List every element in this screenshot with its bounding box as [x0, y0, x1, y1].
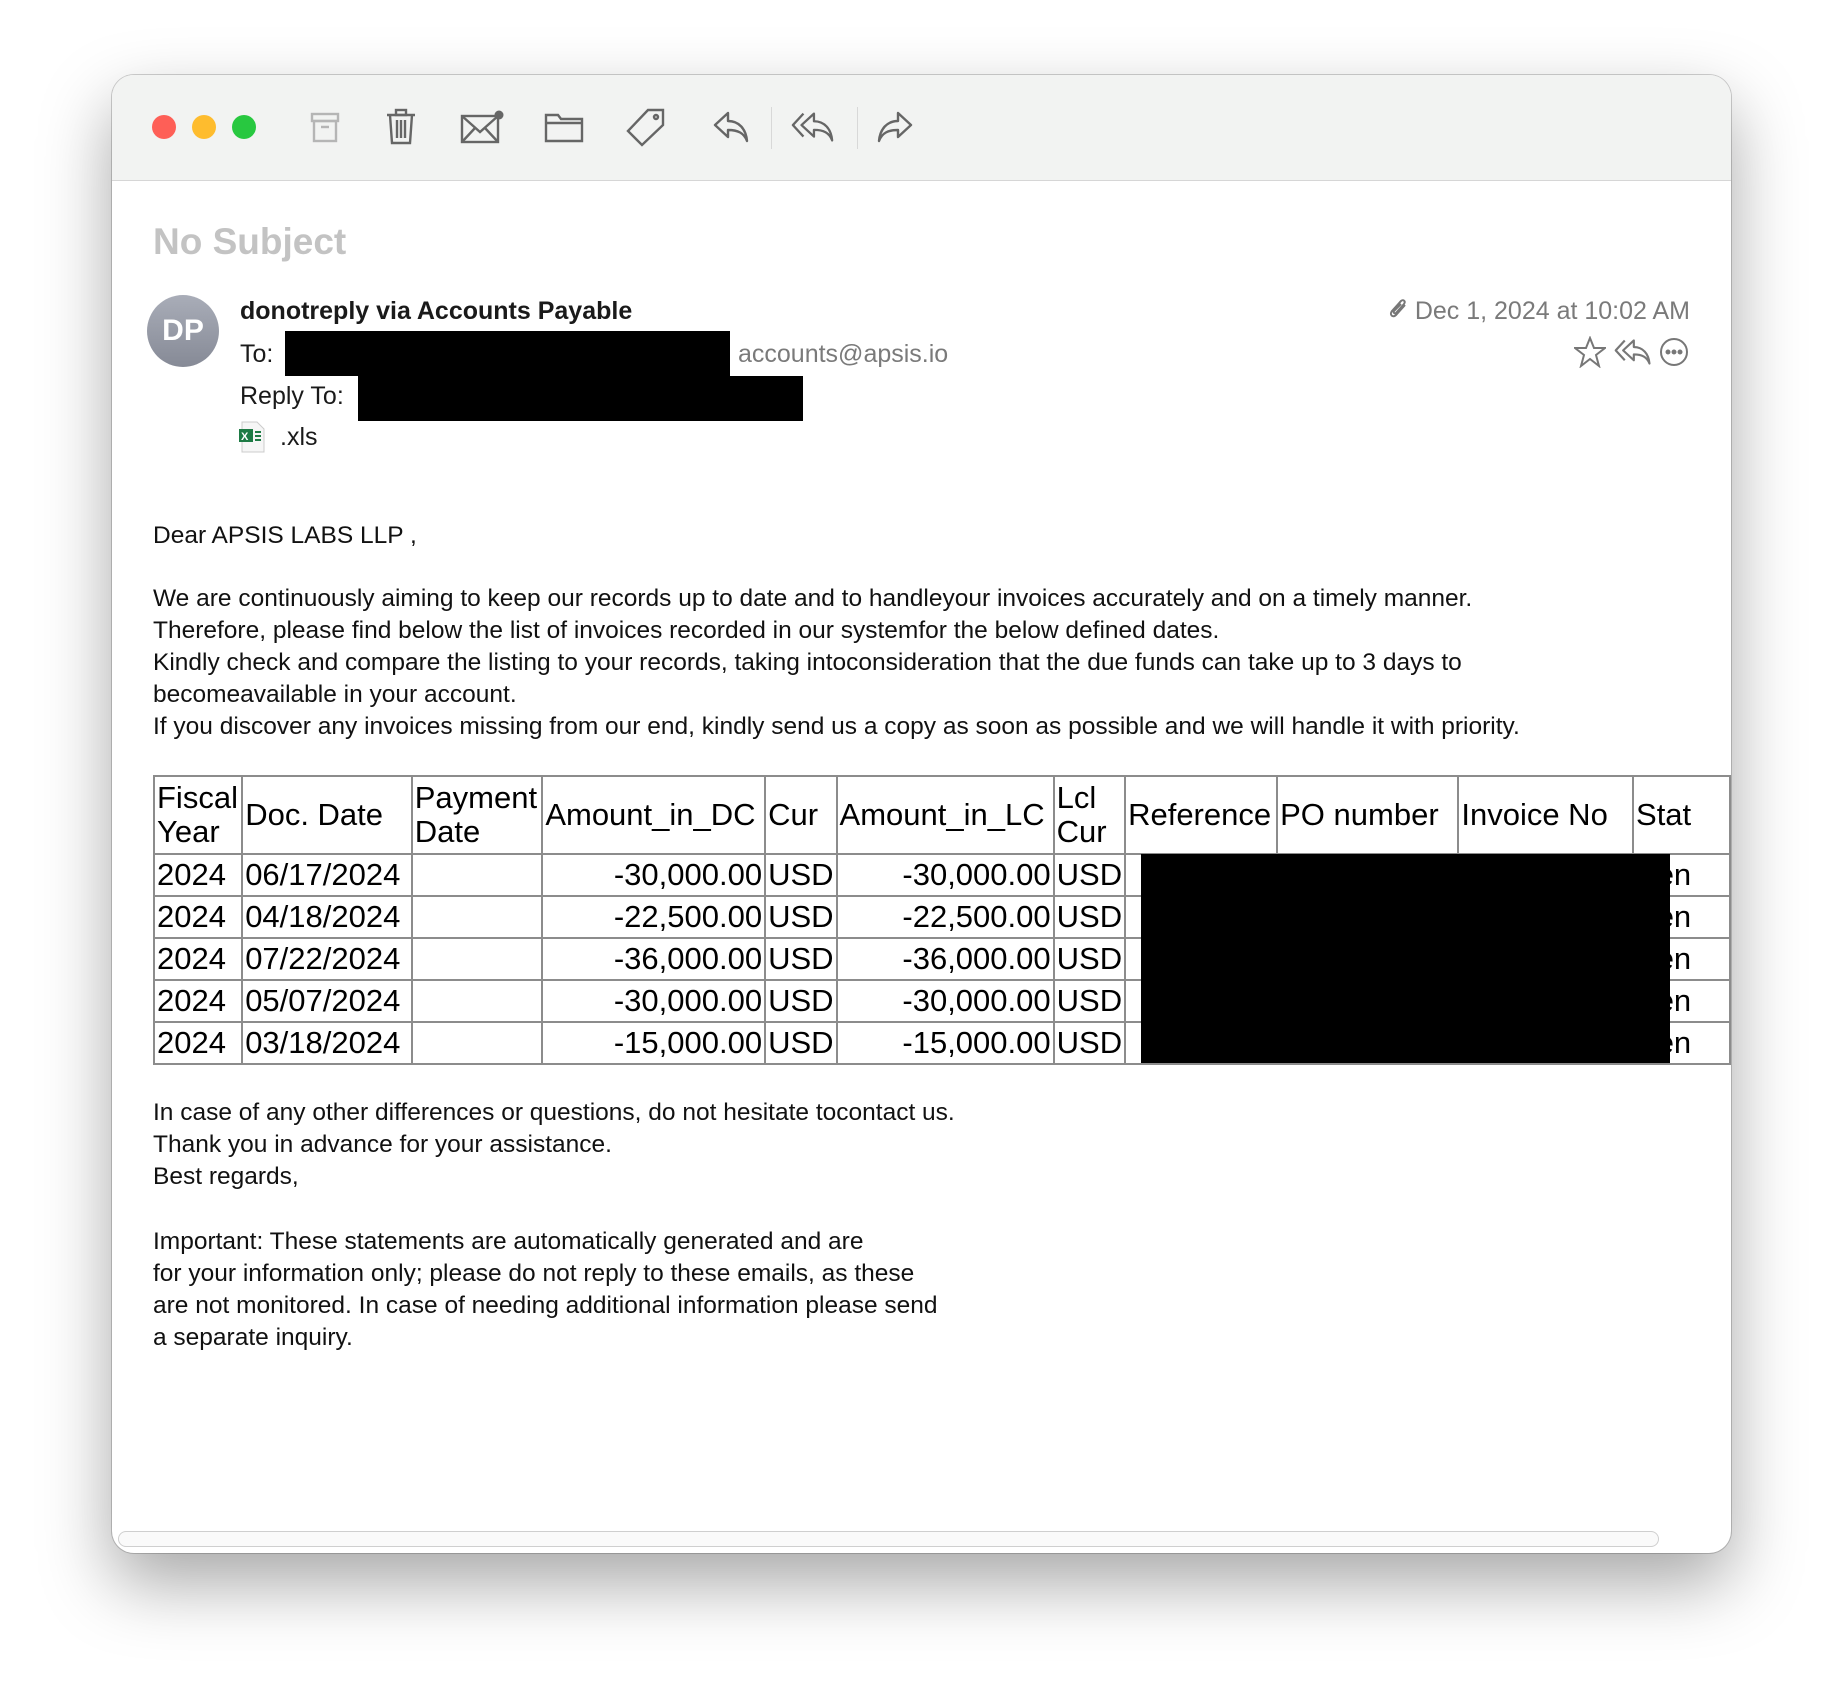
- table-cell: USD: [1052, 937, 1127, 981]
- to-recipient[interactable]: accounts@apsis.io: [738, 340, 948, 369]
- col-header: Amount_in_LC: [835, 775, 1055, 855]
- table-cell: [410, 853, 544, 897]
- sender-name[interactable]: donotreply via Accounts Payable: [240, 297, 632, 326]
- table-cell: -30,000.00: [835, 979, 1055, 1023]
- toolbar-divider: [857, 107, 858, 149]
- mail-window: No Subject DP donotreply via Accounts Pa…: [112, 75, 1731, 1553]
- redacted-table-block: [1141, 854, 1670, 1063]
- zoom-button[interactable]: [232, 115, 256, 139]
- body-line: We are continuously aiming to keep our r…: [153, 585, 1473, 612]
- body-line: Kindly check and compare the listing to …: [153, 649, 1462, 676]
- redacted-reply-to: [358, 376, 803, 421]
- avatar: DP: [147, 295, 219, 367]
- toolbar-divider: [771, 107, 772, 149]
- forward-icon[interactable]: [873, 105, 917, 149]
- table-cell: USD: [764, 937, 838, 981]
- date-line: Dec 1, 2024 at 10:02 AM: [1387, 296, 1690, 327]
- table-cell: [410, 937, 544, 981]
- body-line: for your information only; please do not…: [153, 1260, 915, 1287]
- body-line: If you discover any invoices missing fro…: [153, 713, 1520, 740]
- col-header: Amount_in_DC: [541, 775, 767, 855]
- table-cell: -22,500.00: [835, 895, 1055, 939]
- table-cell: USD: [1052, 853, 1127, 897]
- col-header: Cur: [764, 775, 838, 855]
- body-line: In case of any other differences or ques…: [153, 1099, 955, 1126]
- body-line: a separate inquiry.: [153, 1324, 353, 1351]
- col-header: Stat: [1632, 775, 1731, 855]
- important-notice: Important: These statements are automati…: [153, 1226, 938, 1354]
- table-cell: 03/18/2024: [241, 1021, 413, 1065]
- closing: In case of any other differences or ques…: [153, 1097, 955, 1193]
- col-header: Reference: [1124, 775, 1279, 855]
- body-line: Thank you in advance for your assistance…: [153, 1131, 612, 1158]
- table-cell: USD: [764, 895, 838, 939]
- table-cell: -36,000.00: [835, 937, 1055, 981]
- horizontal-scrollbar[interactable]: [118, 1531, 1659, 1547]
- table-cell: -36,000.00: [541, 937, 767, 981]
- reply-all-icon[interactable]: [1614, 338, 1652, 371]
- intro-paragraph: We are continuously aiming to keep our r…: [153, 583, 1520, 743]
- trash-icon[interactable]: [379, 105, 423, 149]
- table-cell: [410, 979, 544, 1023]
- tag-icon[interactable]: [624, 105, 668, 149]
- table-cell: USD: [1052, 979, 1127, 1023]
- table-cell: -30,000.00: [541, 853, 767, 897]
- star-icon[interactable]: [1572, 335, 1608, 373]
- col-header: Doc. Date: [241, 775, 413, 855]
- paperclip-icon: [1387, 296, 1409, 327]
- col-header: Lcl Cur: [1052, 775, 1127, 855]
- excel-file-icon[interactable]: X: [238, 421, 266, 458]
- table-cell: -30,000.00: [835, 853, 1055, 897]
- col-header: PO number: [1276, 775, 1460, 855]
- table-cell: USD: [764, 1021, 838, 1065]
- more-options-icon[interactable]: [1659, 337, 1689, 372]
- table-cell: -15,000.00: [835, 1021, 1055, 1065]
- date: Dec 1, 2024 at 10:02 AM: [1414, 297, 1690, 325]
- table-cell: -30,000.00: [541, 979, 767, 1023]
- table-cell: 2024: [152, 979, 244, 1023]
- table-cell: USD: [1052, 895, 1127, 939]
- toolbar: [112, 75, 1731, 181]
- table-cell: 04/18/2024: [241, 895, 413, 939]
- table-header-row: Fiscal Year Doc. Date Payment Date Amoun…: [152, 775, 1731, 855]
- reply-icon[interactable]: [709, 105, 753, 149]
- table-cell: USD: [764, 979, 838, 1023]
- body-line: Important: These statements are automati…: [153, 1228, 864, 1255]
- folder-icon[interactable]: [542, 105, 586, 149]
- table-cell: USD: [764, 853, 838, 897]
- redacted-recipient: [285, 331, 730, 376]
- table-cell: 05/07/2024: [241, 979, 413, 1023]
- close-button[interactable]: [152, 115, 176, 139]
- body-line: are not monitored. In case of needing ad…: [153, 1292, 938, 1319]
- table-cell: -15,000.00: [541, 1021, 767, 1065]
- archive-icon[interactable]: [303, 105, 347, 149]
- attachment-name[interactable]: .xls: [280, 423, 318, 452]
- table-cell: [410, 895, 544, 939]
- body-line: Best regards,: [153, 1163, 299, 1190]
- table-cell: 06/17/2024: [241, 853, 413, 897]
- table-cell: 2024: [152, 937, 244, 981]
- col-header: Invoice No: [1457, 775, 1635, 855]
- mail-unread-icon[interactable]: [460, 105, 504, 149]
- table-cell: 2024: [152, 1021, 244, 1065]
- svg-text:X: X: [241, 431, 249, 443]
- minimize-button[interactable]: [192, 115, 216, 139]
- col-header: Fiscal Year: [152, 775, 244, 855]
- body-line: Therefore, please find below the list of…: [153, 617, 1220, 644]
- table-cell: 2024: [152, 853, 244, 897]
- reply-to-label: Reply To:: [240, 382, 344, 410]
- subject: No Subject: [153, 221, 347, 262]
- body-line: becomeavailable in your account.: [153, 681, 517, 708]
- table-cell: USD: [1052, 1021, 1127, 1065]
- table-cell: [410, 1021, 544, 1065]
- greeting: Dear APSIS LABS LLP ,: [153, 522, 417, 549]
- table-cell: 2024: [152, 895, 244, 939]
- col-header: Payment Date: [410, 775, 544, 855]
- reply-all-icon[interactable]: [791, 105, 835, 149]
- table-cell: -22,500.00: [541, 895, 767, 939]
- to-label: To:: [240, 340, 274, 368]
- table-cell: 07/22/2024: [241, 937, 413, 981]
